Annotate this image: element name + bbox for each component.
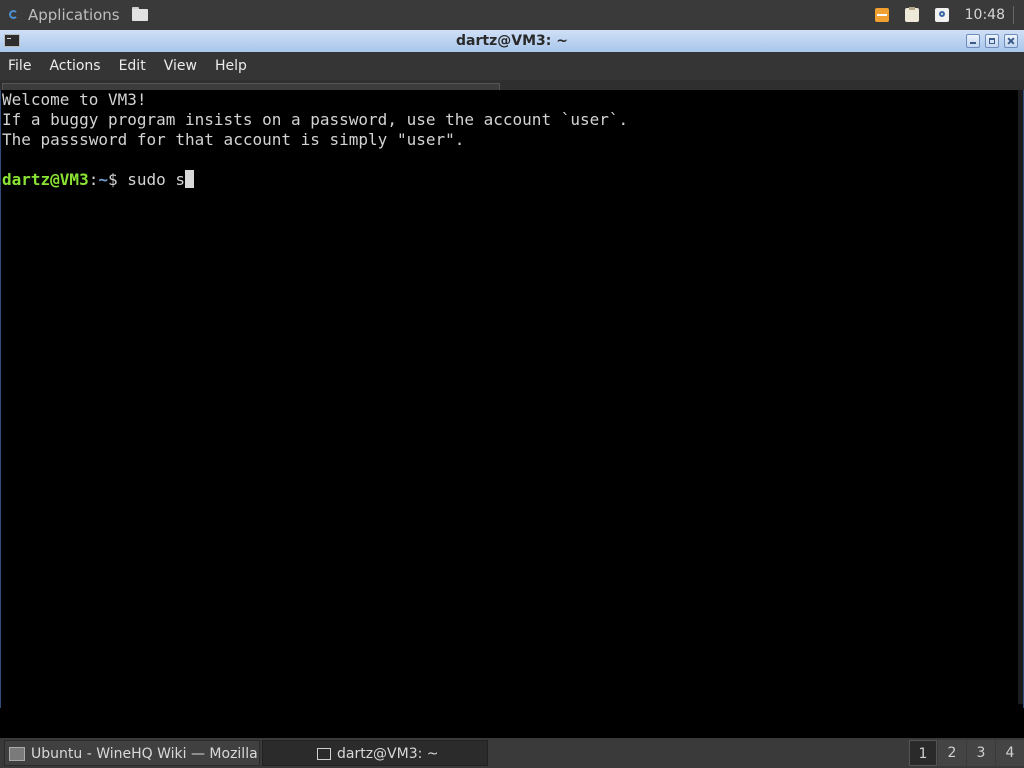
- clipboard-icon[interactable]: [904, 7, 919, 22]
- prompt-symbol: $: [107, 170, 128, 189]
- terminal-line: The passsword for that account is simply…: [2, 130, 465, 149]
- menu-help[interactable]: Help: [206, 52, 256, 80]
- prompt-line[interactable]: dartz@VM3:~$ sudo s: [2, 170, 1020, 190]
- workspace-3-button[interactable]: 3: [967, 740, 995, 766]
- workspace-1-button[interactable]: 1: [909, 740, 937, 766]
- prompt-path: ~: [98, 170, 108, 189]
- terminal-icon: [317, 748, 331, 760]
- taskbar-item-label: dartz@VM3: ~: [337, 746, 439, 762]
- applications-label: Applications: [28, 6, 120, 24]
- terminal-line: Welcome to VM3!: [2, 90, 147, 109]
- top-panel: Applications 10:48: [0, 0, 1024, 30]
- bottom-taskbar: Ubuntu - WineHQ Wiki — Mozilla Firefox d…: [0, 738, 1024, 768]
- minimize-button[interactable]: [966, 34, 980, 48]
- system-tray: 10:48: [874, 0, 1024, 30]
- window-title: dartz@VM3: ~: [456, 33, 568, 49]
- taskbar-item-firefox[interactable]: Ubuntu - WineHQ Wiki — Mozilla Firefox: [4, 740, 260, 766]
- workspace-switcher: 1 2 3 4: [908, 740, 1024, 766]
- workspace-4-button[interactable]: 4: [996, 740, 1024, 766]
- menu-view[interactable]: View: [155, 52, 206, 80]
- menu-file[interactable]: File: [0, 52, 40, 80]
- menu-edit[interactable]: Edit: [110, 52, 155, 80]
- prompt-colon: :: [88, 170, 99, 189]
- panel-separator: [1013, 6, 1014, 24]
- menu-actions[interactable]: Actions: [40, 52, 109, 80]
- menu-bar: File Actions Edit View Help: [0, 52, 1024, 80]
- maximize-button[interactable]: [985, 34, 999, 48]
- taskbar-item-terminal[interactable]: dartz@VM3: ~: [262, 740, 488, 766]
- applications-menu-button[interactable]: Applications: [8, 0, 120, 30]
- typed-command: sudo s: [127, 170, 186, 189]
- clock[interactable]: 10:48: [965, 7, 1005, 23]
- window-titlebar[interactable]: dartz@VM3: ~: [0, 30, 1024, 53]
- workspace-2-button[interactable]: 2: [938, 740, 966, 766]
- mixer-icon[interactable]: [874, 8, 889, 22]
- prompt-user-host: dartz@VM3: [2, 170, 89, 189]
- text-cursor: [185, 170, 195, 188]
- terminal-output[interactable]: Welcome to VM3! If a buggy program insis…: [0, 90, 1020, 704]
- folder-icon[interactable]: [132, 7, 148, 21]
- close-button[interactable]: [1004, 34, 1018, 48]
- terminal-line: If a buggy program insists on a password…: [2, 110, 629, 129]
- network-icon[interactable]: [934, 8, 949, 22]
- window-border: [0, 90, 1, 708]
- xfce-logo-icon: [8, 9, 20, 21]
- taskbar-item-label: Ubuntu - WineHQ Wiki — Mozilla Firefox: [31, 746, 259, 762]
